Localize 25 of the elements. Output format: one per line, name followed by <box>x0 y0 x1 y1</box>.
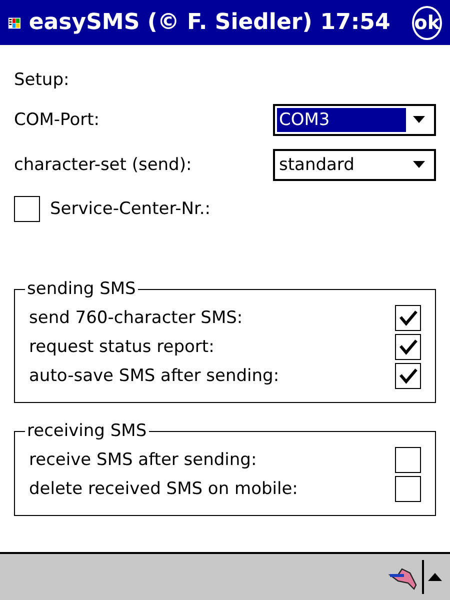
window-title: easySMS (© F. Siedler) <box>28 10 312 35</box>
checkbox[interactable] <box>395 446 421 472</box>
checkbox-label: auto-save SMS after sending: <box>29 366 280 386</box>
checkbox-label: send 760-character SMS: <box>29 308 244 328</box>
checkbox[interactable] <box>395 476 421 502</box>
up-arrow-icon[interactable] <box>428 572 442 582</box>
checkbox[interactable] <box>395 304 421 330</box>
field-label: character-set (send): <box>14 154 193 174</box>
ok-button[interactable]: ok <box>412 6 442 40</box>
checkbox[interactable] <box>395 334 421 360</box>
checkbox-label: receive SMS after sending: <box>29 450 258 470</box>
checkbox[interactable] <box>395 362 421 388</box>
field-label: COM-Port: <box>14 110 100 130</box>
dropdown-arrow-icon <box>413 161 425 168</box>
checkbox[interactable] <box>14 196 40 222</box>
dropdown-arrow-icon <box>413 116 425 123</box>
group-title: receiving SMS <box>26 421 148 441</box>
checkbox-label: request status report: <box>29 336 216 356</box>
section-heading: Setup: <box>14 69 70 92</box>
dropdown[interactable]: COM3 <box>273 104 436 136</box>
group-title: sending SMS <box>26 279 137 299</box>
checkbox-label: Service-Center-Nr.: <box>50 199 211 219</box>
dropdown[interactable]: standard <box>273 148 436 180</box>
checkbox-label: delete received SMS on mobile: <box>29 478 299 498</box>
clock-time[interactable]: 17:54 <box>320 10 390 35</box>
